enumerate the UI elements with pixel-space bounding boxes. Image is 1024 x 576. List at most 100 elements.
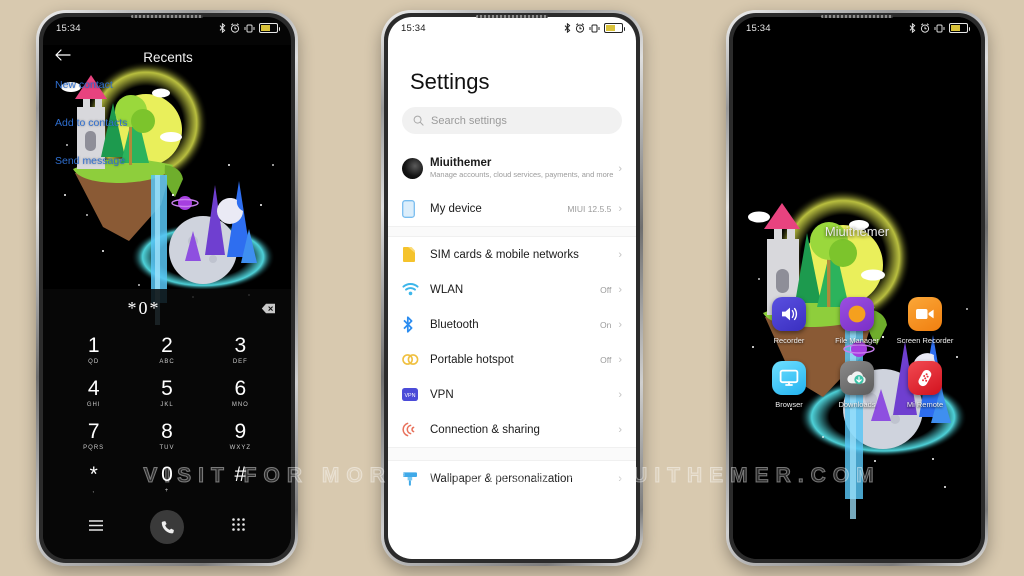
vibrate-icon [244,24,255,32]
app-screen-recorder[interactable]: Screen Recorder [891,297,959,345]
key-letters: GHI [86,402,101,408]
search-settings-bar[interactable]: Search settings [402,107,622,134]
chevron-right-icon: › [618,248,622,261]
settings-value: Off [600,284,612,295]
call-button[interactable] [150,510,185,544]
app-label: Downloads [838,400,876,410]
key-letters: JKL [160,402,174,408]
settings-row-vpn[interactable]: VPN VPN › [388,377,636,412]
keypad-grid: 1 QD 2 ABC 3 DEF 4 GHI 5 JKL 6 MNO 7 PQRS 8 TUV … [43,327,291,501]
bluetooth-icon [219,23,226,33]
app-recorder[interactable]: Recorder [755,297,823,345]
key-star[interactable]: *, [57,458,130,501]
menu-icon [88,520,103,531]
chevron-right-icon: › [618,472,622,485]
settings-row-sim-cards[interactable]: SIM cards & mobile networks › [388,237,636,272]
settings-row-connection-sharing[interactable]: Connection & sharing › [388,412,636,447]
settings-row-wallpaper[interactable]: Wallpaper & personalization › [388,461,636,496]
settings-label: Portable hotspot [430,353,514,366]
file-manager-icon [840,297,874,331]
arrow-left-icon [55,49,71,61]
status-icons [909,23,970,33]
menu-button[interactable] [88,518,103,536]
settings-value: Off [600,354,612,365]
sim-card-icon [402,246,430,263]
key-3[interactable]: 3 DEF [204,329,277,372]
action-new-contact[interactable]: New contact [55,79,127,91]
key-9[interactable]: 9 WXYZ [204,415,277,458]
key-digit: 7 [87,420,100,443]
app-file-manager[interactable]: File Manager [823,297,891,345]
earpiece-speaker [821,15,893,18]
chevron-right-icon: › [618,162,622,175]
app-label: Mi Remote [906,400,944,410]
contact-action-list: New contact Add to contacts Send message [55,79,127,193]
app-label: File Manager [835,336,879,345]
phone1-screen: 15:34 Recents New contact Add to contact… [43,17,291,559]
earpiece-speaker [476,15,548,18]
chevron-right-icon: › [618,423,622,436]
settings-section-divider [388,447,636,461]
screenshot-stage: 15:34 Recents New contact Add to contact… [0,0,1024,576]
chevron-right-icon: › [618,353,622,366]
key-digit: 9 [234,420,247,443]
app-downloads[interactable]: Downloads [823,361,891,409]
key-letters: DEF [232,359,248,365]
vpn-icon: VPN [402,388,430,401]
key-hash[interactable]: # [204,458,277,501]
svg-text:VPN: VPN [404,393,415,399]
key-8[interactable]: 8 TUV [130,415,203,458]
settings-label: My device [430,202,482,215]
page-title: Recents [143,49,193,65]
key-2[interactable]: 2 ABC [130,329,203,372]
dialed-number-bar: *0* [43,289,291,327]
status-time: 15:34 [746,22,771,34]
backspace-icon [261,303,275,313]
key-4[interactable]: 4 GHI [57,372,130,415]
settings-row-account[interactable]: Miuithemer Manage accounts, cloud servic… [388,146,636,191]
action-add-to-contacts[interactable]: Add to contacts [55,117,127,129]
settings-row-my-device[interactable]: My device MIUI 12.5.5 › [388,191,636,226]
bluetooth-icon [909,23,916,33]
browser-icon [772,361,806,396]
app-browser[interactable]: Browser [755,361,823,409]
settings-label: Wallpaper & personalization [430,472,573,485]
keypad-toggle-button[interactable] [232,518,245,536]
settings-section-divider [388,226,636,237]
key-letters: , [92,488,95,494]
back-button[interactable] [43,48,83,66]
action-send-message[interactable]: Send message [55,155,127,167]
battery-icon [949,23,970,33]
search-input[interactable]: Search settings [431,115,507,127]
wallpaper-brush-icon [402,471,430,487]
vibrate-icon [934,24,945,32]
phone-device-dialer: 15:34 Recents New contact Add to contact… [36,10,298,566]
key-digit: 6 [234,377,247,400]
key-digit: 4 [87,377,100,400]
key-digit: # [234,463,247,486]
bluetooth-icon [564,23,571,33]
settings-row-bluetooth[interactable]: Bluetooth On › [388,307,636,342]
battery-icon [604,23,625,33]
backspace-button[interactable] [245,303,291,314]
key-6[interactable]: 6 MNO [204,372,277,415]
settings-row-hotspot[interactable]: Portable hotspot Off › [388,342,636,377]
app-label: Screen Recorder [896,336,954,345]
settings-value: MIUI 12.5.5 [567,203,612,214]
avatar [402,158,430,179]
key-1[interactable]: 1 QD [57,329,130,372]
downloads-icon [840,361,874,396]
status-bar: 15:34 [388,17,636,39]
phone-device-icon [402,199,430,218]
key-digit: 1 [87,334,100,357]
earpiece-speaker [131,15,203,18]
chevron-right-icon: › [618,283,622,296]
key-letters: TUV [159,445,175,451]
settings-row-wlan[interactable]: WLAN Off › [388,272,636,307]
alarm-icon [230,23,240,33]
key-5[interactable]: 5 JKL [130,372,203,415]
key-7[interactable]: 7 PQRS [57,415,130,458]
keypad-grid-icon [232,518,245,531]
app-mi-remote[interactable]: Mi Remote [891,361,959,409]
key-0[interactable]: 0 + [130,458,203,501]
